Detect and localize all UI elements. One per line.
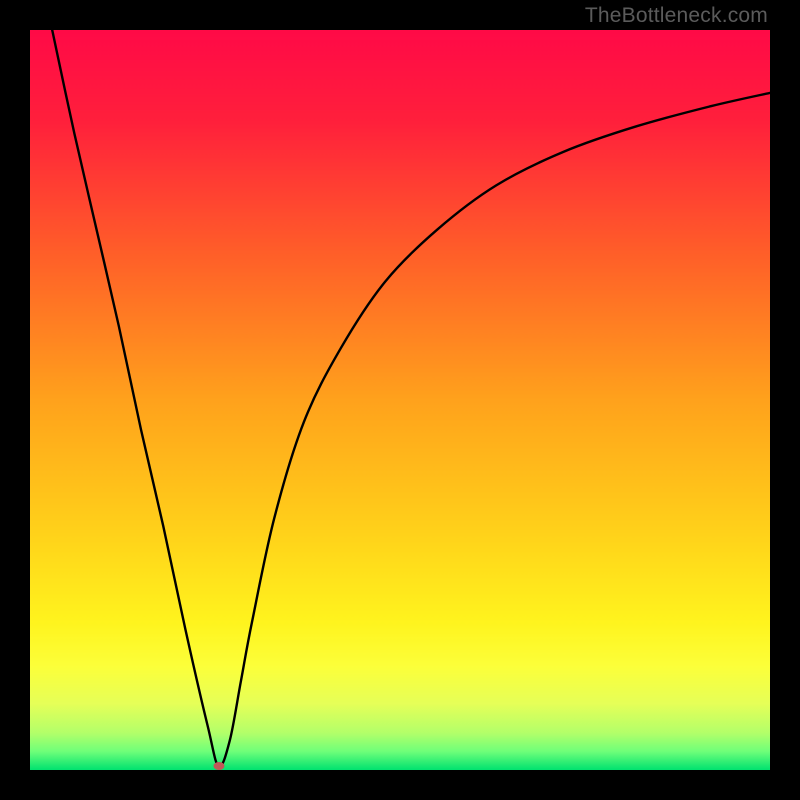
plot-area [30, 30, 770, 770]
heat-gradient-background [30, 30, 770, 770]
watermark-text: TheBottleneck.com [585, 4, 768, 28]
